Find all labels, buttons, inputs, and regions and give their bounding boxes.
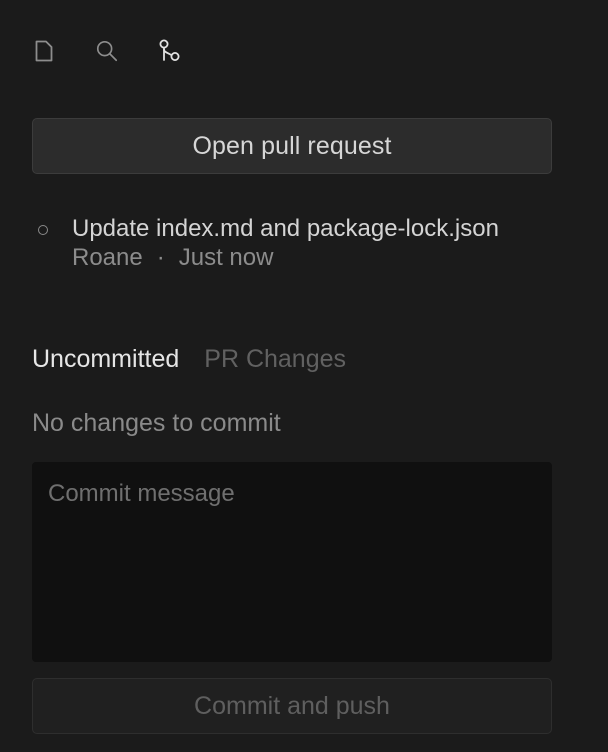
commit-time: Just now xyxy=(178,244,274,271)
commit-dot-icon xyxy=(38,225,48,235)
file-icon xyxy=(35,40,53,62)
commit-and-push-button[interactable]: Commit and push xyxy=(32,678,552,734)
source-control-tab-button[interactable] xyxy=(158,37,182,65)
tab-uncommitted[interactable]: Uncommitted xyxy=(32,340,179,378)
changes-tabs: Uncommitted PR Changes xyxy=(32,340,371,378)
commit-meta-separator: · xyxy=(156,244,165,271)
no-changes-message: No changes to commit xyxy=(32,409,281,437)
panel-toolbar xyxy=(32,36,221,66)
open-pull-request-button[interactable]: Open pull request xyxy=(32,118,552,174)
commit-title: Update index.md and package-lock.json xyxy=(72,215,499,242)
tab-pr-changes[interactable]: PR Changes xyxy=(204,340,346,378)
commit-message-input[interactable] xyxy=(32,462,552,662)
search-tab-button[interactable] xyxy=(95,37,119,65)
source-control-panel: Open pull request Update index.md and pa… xyxy=(0,0,608,752)
files-tab-button[interactable] xyxy=(32,37,56,65)
source-control-icon xyxy=(159,39,180,61)
commit-author: Roane xyxy=(72,244,143,271)
search-icon xyxy=(96,40,118,62)
commit-meta: Roane · Just now xyxy=(72,242,273,274)
